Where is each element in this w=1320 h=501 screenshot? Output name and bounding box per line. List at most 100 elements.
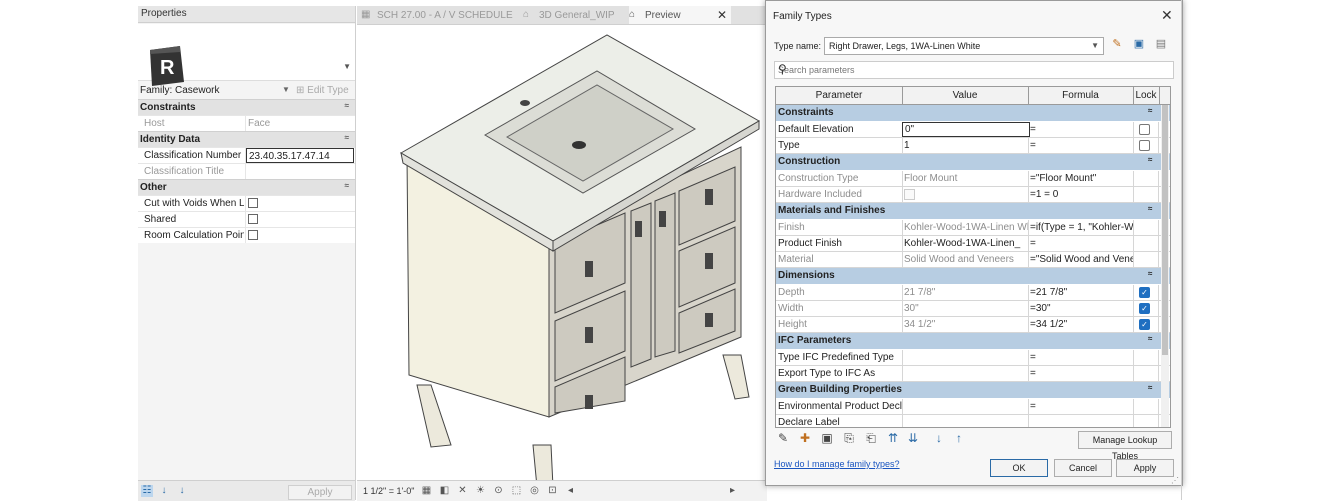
collapse-icon[interactable]: ≈ [1148,106,1152,115]
parameter-row[interactable]: Height 34 1/2" =34 1/2" ✓ [776,317,1170,333]
lock-checkbox-checked-icon[interactable]: ✓ [1139,303,1150,314]
property-value[interactable] [245,196,354,211]
value-cell[interactable]: Kohler-Wood-1WA-Linen_ [902,236,1029,251]
type-selector-dropdown-icon[interactable]: ▼ [343,62,351,71]
move-down-icon[interactable]: ⎗ [864,431,878,445]
edit-type-button[interactable]: ⊞ Edit Type [296,85,349,96]
value-cell[interactable] [902,399,1029,414]
formula-cell[interactable] [1028,415,1134,427]
parameter-name[interactable]: Depth [776,285,903,300]
grid-scrollbar[interactable] [1161,105,1169,427]
value-cell[interactable]: 21 7/8" [902,285,1029,300]
view-scale[interactable]: 1 1/2" = 1'-0" [363,486,414,496]
parameter-group-header[interactable]: Construction ≈ [776,154,1170,171]
lock-checkbox[interactable] [1139,140,1150,151]
lock-cell[interactable] [1133,122,1159,137]
property-value-input[interactable]: 23.40.35.17.47.14 [246,148,354,163]
new-type-icon[interactable]: ✎ [1110,37,1124,51]
new-parameter-icon[interactable]: ✚ [798,431,812,445]
temporary-hide-icon[interactable]: ◎ [529,485,540,496]
properties-section-header[interactable]: Identity Data ≈ [138,131,355,147]
property-row[interactable]: Classification Title [138,163,355,179]
collapse-icon[interactable]: ≈ [1148,204,1152,213]
parameter-name[interactable]: Height [776,317,903,332]
value-cell[interactable]: Kohler-Wood-1WA-Linen Wh [902,220,1029,235]
parameter-name[interactable]: Hardware Included [776,187,903,202]
reveal-hidden-icon[interactable]: ⊡ [547,485,558,496]
parameter-row[interactable]: Hardware Included =1 = 0 [776,187,1170,203]
lock-cell[interactable]: ✓ [1133,285,1159,300]
parameter-name[interactable]: Declare Label [776,415,903,427]
rename-type-icon[interactable]: ▣ [1132,37,1146,51]
collapse-icon[interactable]: ≈ [1148,334,1152,343]
delete-parameter-icon[interactable]: ▣ [820,431,834,445]
parameter-name[interactable]: Type [776,138,903,153]
visual-style-icon[interactable]: ◧ [439,485,450,496]
formula-cell[interactable]: ="Floor Mount" [1028,171,1134,186]
formula-cell[interactable]: = [1028,138,1134,153]
property-value[interactable]: Face [245,116,354,131]
render-icon[interactable]: ⊙ [493,485,504,496]
property-row[interactable]: Classification Number 23.40.35.17.47.14 [138,147,355,163]
parameter-row[interactable]: Default Elevation 0" = [776,122,1170,138]
crop-icon[interactable]: ⬚ [511,485,522,496]
tab-preview[interactable]: ⌂ Preview ✕ [629,6,731,24]
value-cell[interactable]: 30" [902,301,1029,316]
checkbox[interactable] [904,189,915,200]
resize-grip-icon[interactable]: ⋰ [1171,476,1179,485]
family-dropdown-icon[interactable]: ▼ [282,85,290,94]
collapse-icon[interactable]: ≈ [345,101,349,110]
parameter-group-header[interactable]: IFC Parameters ≈ [776,333,1170,350]
lock-cell[interactable] [1133,138,1159,153]
3d-viewport[interactable] [357,25,767,488]
formula-cell[interactable]: ="Solid Wood and Vene [1028,252,1134,267]
properties-apply-button[interactable]: Apply [288,485,352,500]
categorize-icon[interactable]: ☷ [141,485,153,497]
scroll-left-icon[interactable]: ◂ [565,485,576,496]
property-row[interactable]: Room Calculation Point [138,227,355,243]
tab-schedule[interactable]: ▦ SCH 27.00 - A / V SCHEDULE [361,6,521,24]
scroll-right-icon[interactable]: ▸ [727,485,738,496]
parameter-name[interactable]: Default Elevation [776,122,903,137]
sort-ascending-icon[interactable]: ↓ [158,485,170,497]
detail-level-icon[interactable]: ▦ [421,485,432,496]
parameter-row[interactable]: Product Finish Kohler-Wood-1WA-Linen_ = [776,236,1170,252]
formula-cell[interactable]: = [1028,122,1134,137]
value-cell[interactable]: 34 1/2" [902,317,1029,332]
value-cell[interactable] [902,187,1029,202]
formula-cell[interactable]: =30" [1028,301,1134,316]
checkbox[interactable] [248,230,258,240]
tab-3d-general[interactable]: ⌂ 3D General_WIP [523,6,627,24]
lock-cell[interactable]: ✓ [1133,301,1159,316]
close-icon[interactable]: ✕ [1161,7,1173,24]
collapse-icon[interactable]: ≈ [345,133,349,142]
parameter-row[interactable]: Material Solid Wood and Veneers ="Solid Wo… [776,252,1170,268]
value-cell[interactable]: 1 [902,138,1029,153]
property-row[interactable]: Cut with Voids When L... [138,195,355,211]
sort-up-icon[interactable]: ⇈ [886,431,900,445]
shadows-icon[interactable]: ☀ [475,485,486,496]
parameter-name[interactable]: Construction Type [776,171,903,186]
parameter-row[interactable]: Type 1 = [776,138,1170,154]
formula-cell[interactable]: =if(Type = 1, "Kohler-W [1028,220,1134,235]
checkbox[interactable] [248,214,258,224]
collapse-icon[interactable]: ≈ [1148,155,1152,164]
delete-type-icon[interactable]: ▤ [1154,37,1168,51]
move-up-icon[interactable]: ⎘ [842,431,856,445]
lock-checkbox-checked-icon[interactable]: ✓ [1139,319,1150,330]
formula-cell[interactable]: =34 1/2" [1028,317,1134,332]
value-cell[interactable] [902,415,1029,427]
parameter-group-header[interactable]: Green Building Properties ≈ [776,382,1170,399]
value-cell[interactable]: Floor Mount [902,171,1029,186]
property-value[interactable] [245,228,354,243]
ok-button[interactable]: OK [990,459,1048,477]
lock-cell[interactable]: ✓ [1133,317,1159,332]
parameter-name[interactable]: Environmental Product Decla [776,399,903,414]
formula-cell[interactable]: = [1028,236,1134,251]
type-name-select[interactable]: Right Drawer, Legs, 1WA-Linen White ▼ [824,37,1104,55]
property-value[interactable] [245,212,354,227]
formula-cell[interactable]: = [1028,350,1134,365]
property-row[interactable]: Shared [138,211,355,227]
parameter-row[interactable]: Construction Type Floor Mount ="Floor Moun… [776,171,1170,187]
close-icon[interactable]: ✕ [717,8,727,22]
